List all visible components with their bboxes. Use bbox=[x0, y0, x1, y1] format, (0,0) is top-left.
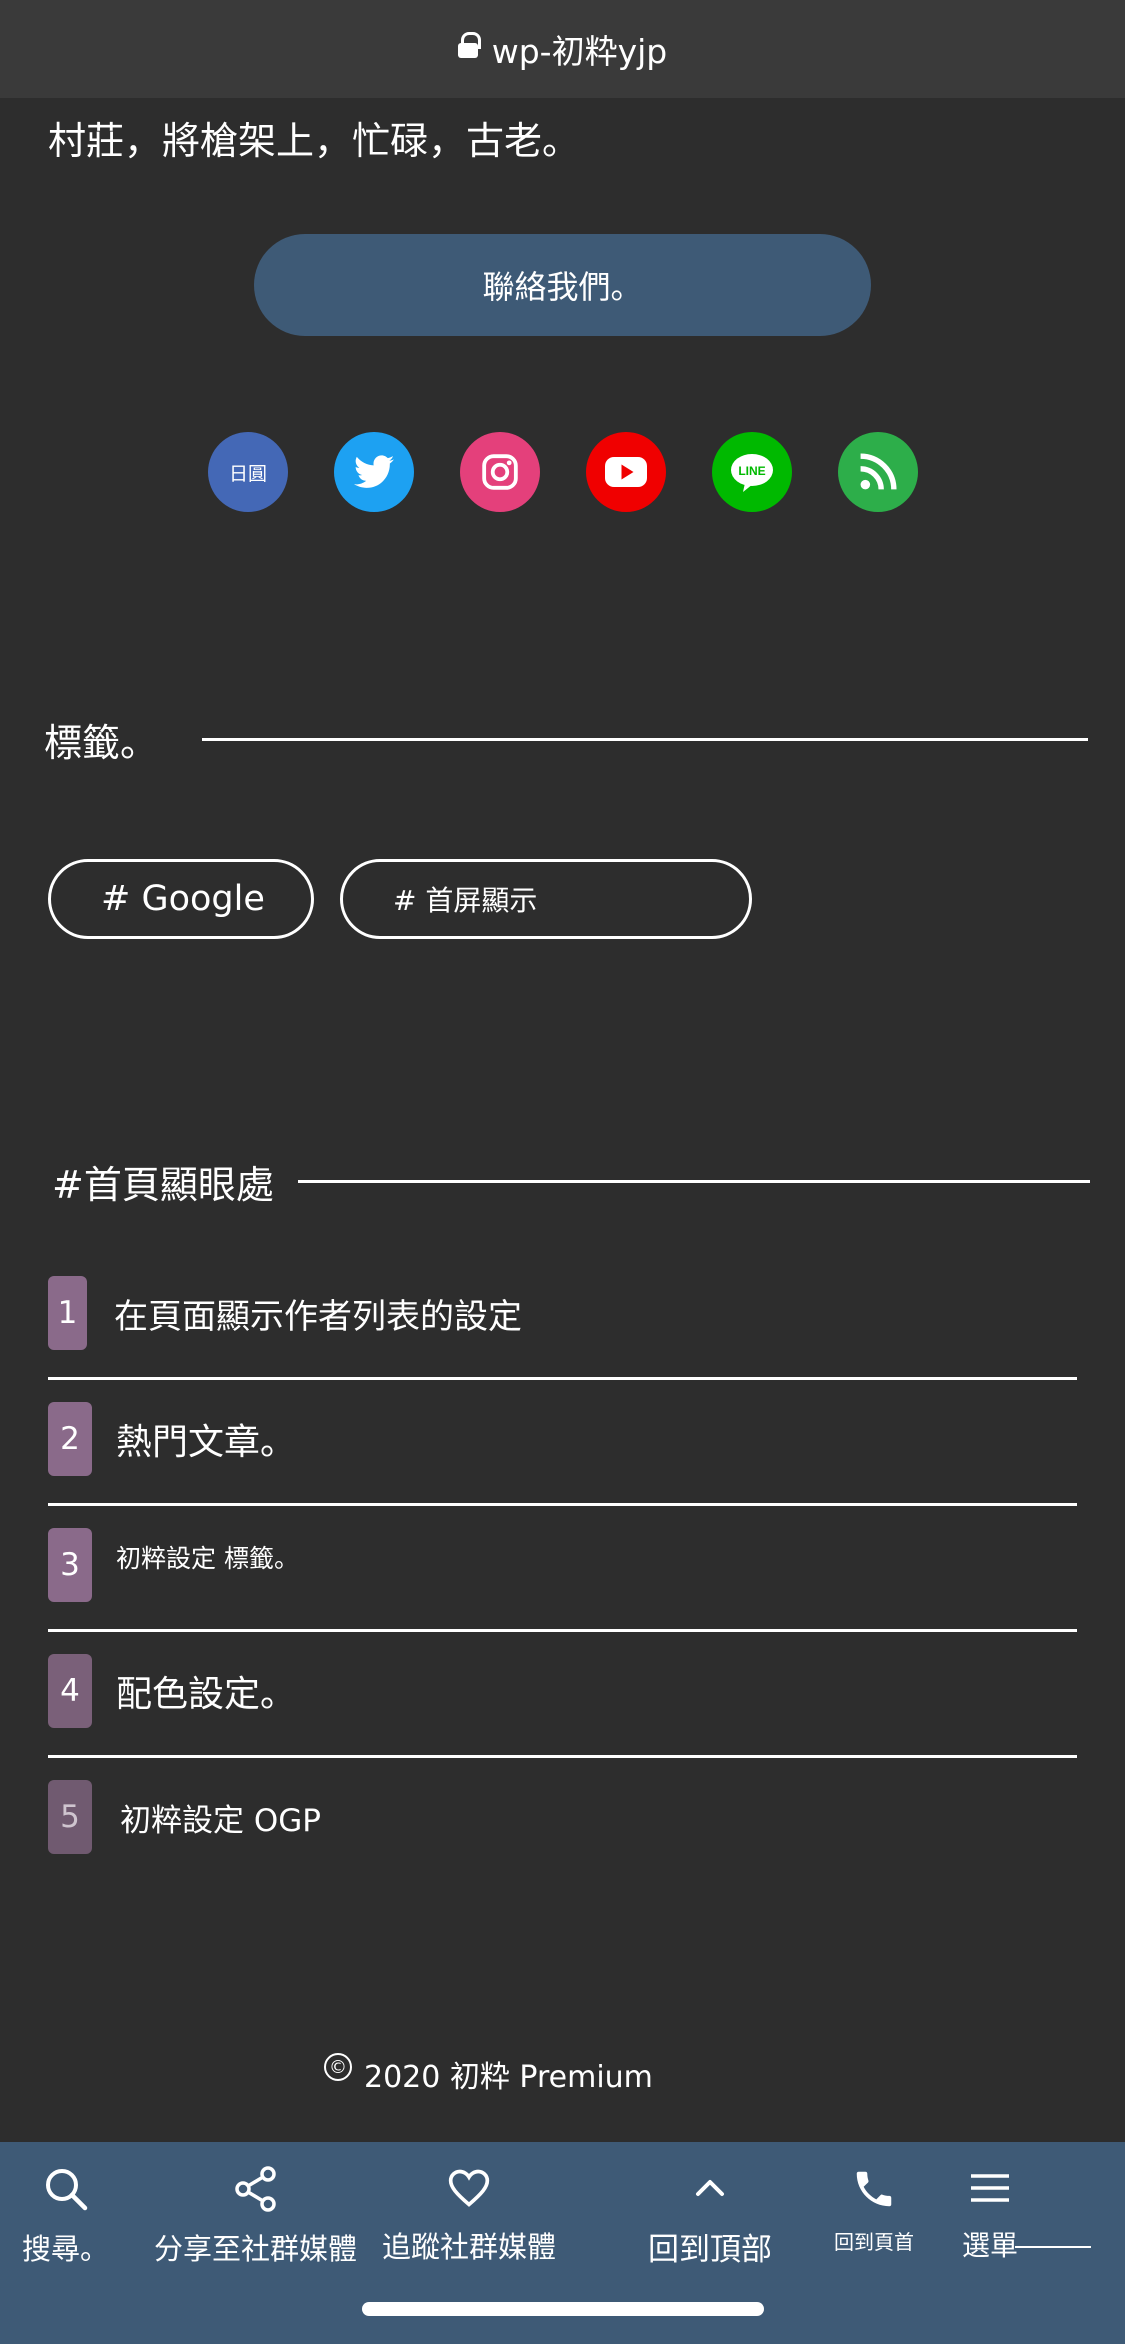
footer-copyright: © 2020 初粋 Premium bbox=[324, 2052, 653, 2096]
rank-badge: 2 bbox=[48, 1402, 92, 1476]
browser-address-bar[interactable]: wp-初粋yjp bbox=[0, 0, 1125, 98]
nav-follow-label: 追蹤社群媒體 bbox=[382, 2230, 557, 2264]
nav-share-label: 分享至社群媒體 bbox=[154, 2232, 358, 2266]
copyright-text: 2020 初粋 Premium bbox=[364, 2060, 653, 2095]
copyright-icon: © bbox=[324, 2053, 352, 2081]
hatena-icon[interactable]: 日圓 bbox=[208, 432, 288, 512]
rank-badge: 1 bbox=[48, 1276, 87, 1350]
tag-above-the-fold-label: # 首屏顯示 bbox=[393, 884, 538, 917]
tag-above-the-fold[interactable]: # 首屏顯示 bbox=[340, 859, 752, 939]
contact-button-label: 聯絡我們。 bbox=[482, 268, 643, 306]
nav-home[interactable]: 回到頁首 bbox=[834, 2166, 914, 2255]
tags-section-heading: 標籤。 bbox=[44, 712, 1089, 767]
nav-search[interactable]: 搜尋。 bbox=[22, 2166, 109, 2268]
ranking-item-title: 初粹設定 標籤。 bbox=[116, 1544, 299, 1573]
nav-share[interactable]: 分享至社群媒體 bbox=[154, 2166, 357, 2268]
site-title: wp-初粋yjp bbox=[491, 32, 668, 71]
ranking-section-heading: #首頁顯眼處 bbox=[52, 1154, 1090, 1209]
phone-icon bbox=[856, 2171, 892, 2207]
tags-heading-label: 標籤。 bbox=[44, 721, 159, 765]
line-icon[interactable]: LINE bbox=[712, 432, 792, 512]
ranking-item-title: 配色設定。 bbox=[116, 1674, 297, 1715]
line-label: LINE bbox=[738, 464, 765, 478]
tag-google[interactable]: # Google bbox=[48, 859, 314, 939]
social-links: 日圓 LINE bbox=[208, 432, 918, 512]
lock-icon bbox=[457, 32, 481, 58]
ranking-item-5[interactable]: 5 初粹設定 OGP bbox=[48, 1758, 1077, 1884]
intro-text: 村莊，將槍架上，忙碌，古老。 bbox=[48, 119, 581, 163]
tag-google-label: # Google bbox=[101, 879, 265, 919]
ranking-heading-label: #首頁顯眼處 bbox=[52, 1163, 274, 1207]
contact-button[interactable]: 聯絡我們。 bbox=[254, 234, 871, 336]
heart-icon bbox=[448, 2169, 490, 2207]
nav-search-label: 搜尋。 bbox=[22, 2232, 110, 2266]
rss-icon[interactable] bbox=[838, 432, 918, 512]
ranking-heading-rule bbox=[297, 1180, 1090, 1183]
nav-home-label: 回到頁首 bbox=[834, 2230, 914, 2254]
ranking-item-2[interactable]: 2 熱門文章。 bbox=[48, 1380, 1077, 1506]
ranking-item-title: 熱門文章。 bbox=[116, 1422, 297, 1463]
search-icon bbox=[45, 2169, 87, 2211]
rank-badge: 3 bbox=[48, 1528, 92, 1602]
tags-heading-rule bbox=[202, 738, 1089, 741]
menu-icon bbox=[971, 2174, 1009, 2202]
rank-badge: 4 bbox=[48, 1654, 92, 1728]
youtube-icon[interactable] bbox=[586, 432, 666, 512]
ranking-item-3[interactable]: 3 初粹設定 標籤。 bbox=[48, 1506, 1077, 1632]
hatena-label: 日圓 bbox=[228, 462, 267, 485]
nav-follow[interactable]: 追蹤社群媒體 bbox=[382, 2166, 556, 2266]
menu-underline bbox=[1015, 2246, 1091, 2248]
home-indicator bbox=[362, 2302, 764, 2316]
ranking-item-title: 初粹設定 OGP bbox=[120, 1802, 321, 1839]
nav-menu-label: 選單 bbox=[962, 2229, 1019, 2262]
instagram-icon[interactable] bbox=[460, 432, 540, 512]
ranking-item-4[interactable]: 4 配色設定。 bbox=[48, 1632, 1077, 1758]
nav-menu[interactable]: 選單 bbox=[962, 2166, 1018, 2264]
twitter-icon[interactable] bbox=[334, 432, 414, 512]
rank-badge: 5 bbox=[48, 1780, 92, 1854]
share-icon bbox=[234, 2166, 276, 2212]
chevron-up-icon bbox=[696, 2180, 724, 2196]
nav-back-to-top[interactable]: 回到頂部 bbox=[648, 2166, 772, 2269]
nav-back-to-top-label: 回到頂部 bbox=[648, 2232, 772, 2268]
ranking-item-title: 在頁面顯示作者列表的設定 bbox=[114, 1296, 522, 1337]
ranking-item-1[interactable]: 1 在頁面顯示作者列表的設定 bbox=[48, 1254, 1077, 1380]
